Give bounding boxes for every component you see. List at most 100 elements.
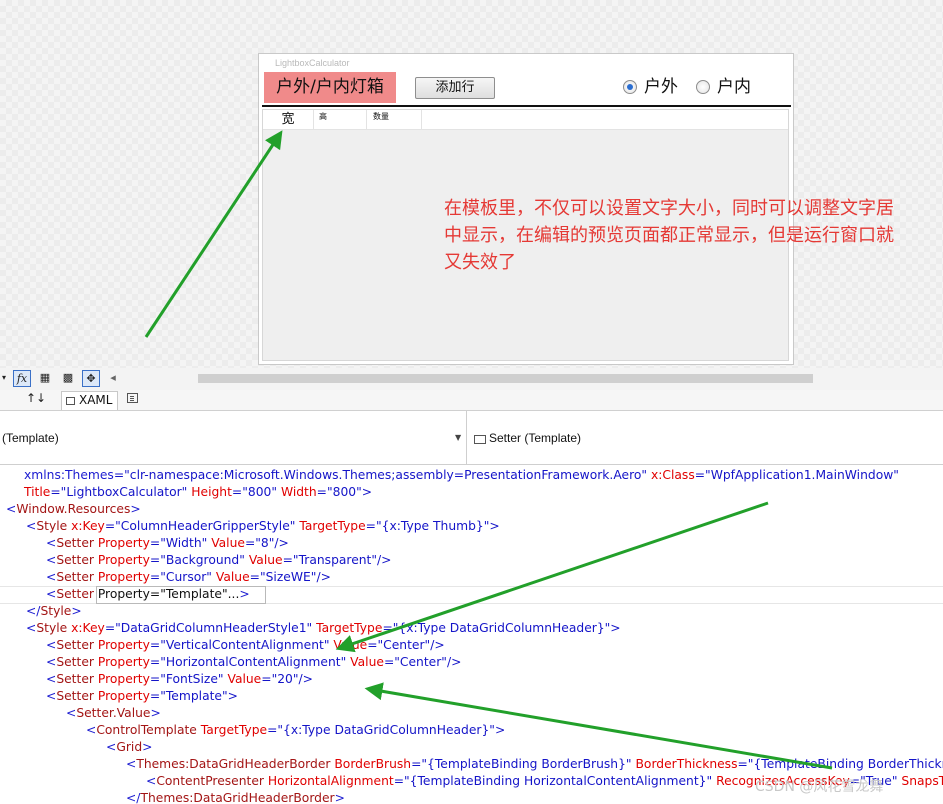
code-token: Value xyxy=(227,672,262,686)
swap-panes-icon[interactable]: ↑↓ xyxy=(26,391,46,405)
code-line[interactable]: <Setter Property="Template"...> xyxy=(46,586,250,603)
code-token: ="8"/> xyxy=(244,536,289,550)
code-token: Value xyxy=(350,655,384,669)
xaml-code-editor[interactable]: xmlns:Themes="clr-namespace:Microsoft.Wi… xyxy=(0,466,943,804)
type-selector[interactable]: (Template) ▼ xyxy=(0,411,467,464)
code-line[interactable]: <Themes:DataGridHeaderBorder BorderBrush… xyxy=(126,756,943,773)
xaml-file-icon xyxy=(66,397,75,405)
data-grid-header: 宽 高 数量 xyxy=(263,110,788,130)
app-title-banner: 户外/户内灯箱 xyxy=(264,72,396,103)
code-token: < xyxy=(46,672,57,686)
code-line[interactable]: <Style x:Key="ColumnHeaderGripperStyle" … xyxy=(26,518,500,535)
code-token: Value xyxy=(248,553,283,567)
add-row-button[interactable]: 添加行 xyxy=(415,77,495,99)
code-token: Property xyxy=(97,672,150,686)
code-token: Setter.Value xyxy=(76,706,151,720)
code-token: ="clr-namespace:Microsoft.Windows.Themes… xyxy=(113,468,648,482)
code-token: > xyxy=(71,604,82,618)
code-token: ="Center"/> xyxy=(367,638,445,652)
column-header-height[interactable]: 高 xyxy=(314,110,367,129)
snap-lines-icon[interactable]: ✥ xyxy=(82,370,100,387)
code-token: Grid xyxy=(116,740,143,754)
pane-toggle-icon[interactable] xyxy=(127,393,138,403)
code-line[interactable]: </Style> xyxy=(26,603,82,620)
code-token: < xyxy=(46,553,57,567)
member-selector-value: Setter (Template) xyxy=(489,431,582,445)
code-token: xmlns:Themes xyxy=(24,468,114,482)
code-token: BorderBrush xyxy=(334,757,412,771)
code-token: < xyxy=(26,621,37,635)
code-token: Height xyxy=(191,485,232,499)
code-line[interactable]: <Setter.Value> xyxy=(66,705,161,722)
code-line[interactable]: </Themes:DataGridHeaderBorder> xyxy=(126,790,345,804)
dropdown-arrow-icon[interactable]: ▾ xyxy=(0,370,8,387)
code-token: ="Background" xyxy=(149,553,245,567)
radio-outdoor-circle-icon[interactable] xyxy=(623,80,637,94)
code-token: Value xyxy=(215,570,250,584)
code-line[interactable]: <Setter Property="Width" Value="8"/> xyxy=(46,535,289,552)
view-tabs: ↑↓ XAML xyxy=(0,390,943,411)
code-token: ="FontSize" xyxy=(149,672,224,686)
code-token: Property xyxy=(97,553,150,567)
code-token: < xyxy=(46,570,57,584)
code-token: Property xyxy=(97,689,150,703)
code-token: ="20"/> xyxy=(261,672,313,686)
code-token: Setter xyxy=(56,587,94,601)
code-line[interactable]: <Setter Property="Template"> xyxy=(46,688,238,705)
radio-indoor-circle-icon[interactable] xyxy=(696,80,710,94)
code-token: ="HorizontalContentAlignment" xyxy=(149,655,347,669)
code-token: < xyxy=(126,757,137,771)
code-token: Value xyxy=(333,638,368,652)
code-token: ="Template"> xyxy=(149,689,238,703)
column-header-width[interactable]: 宽 xyxy=(263,110,314,129)
tab-xaml[interactable]: XAML xyxy=(61,391,118,410)
navigation-bar: (Template) ▼ Setter (Template) xyxy=(0,411,943,465)
triangle-left-icon[interactable]: ◂ xyxy=(104,370,122,387)
code-line[interactable]: <Window.Resources> xyxy=(6,501,141,518)
watermark: CSDN @风花雪龙舞 xyxy=(755,779,884,795)
code-token: Style xyxy=(36,621,68,635)
code-token: Themes:DataGridHeaderBorder xyxy=(140,791,335,804)
code-line[interactable]: <Style x:Key="DataGridColumnHeaderStyle1… xyxy=(26,620,621,637)
code-token: x:Class xyxy=(650,468,695,482)
code-line[interactable]: <Setter Property="Cursor" Value="SizeWE"… xyxy=(46,569,331,586)
code-line[interactable]: <ControlTemplate TargetType="{x:Type Dat… xyxy=(86,722,505,739)
code-line[interactable]: Title="LightboxCalculator" Height="800" … xyxy=(24,484,372,501)
code-token: ="Width" xyxy=(149,536,208,550)
code-line[interactable]: xmlns:Themes="clr-namespace:Microsoft.Wi… xyxy=(24,467,899,484)
code-token: </ xyxy=(126,791,141,804)
code-token: Width xyxy=(280,485,317,499)
radio-outdoor-label: 户外 xyxy=(644,77,678,97)
code-token: < xyxy=(6,502,17,516)
code-token: ControlTemplate xyxy=(96,723,197,737)
code-token: Value xyxy=(211,536,245,550)
code-token: TargetType xyxy=(299,519,366,533)
code-token: Property xyxy=(97,570,150,584)
code-token: ="{TemplateBinding BorderThickness}" xyxy=(737,757,943,771)
column-header-count[interactable]: 数量 xyxy=(367,110,422,129)
horizontal-scrollbar[interactable] xyxy=(198,374,813,383)
code-line[interactable]: <Setter Property="Background" Value="Tra… xyxy=(46,552,391,569)
code-token: Property xyxy=(97,638,150,652)
code-token: Style xyxy=(40,604,72,618)
code-line[interactable]: <Grid> xyxy=(106,739,152,756)
chevron-down-icon[interactable]: ▼ xyxy=(455,433,461,442)
code-token: Style xyxy=(36,519,68,533)
code-token: ="{x:Type DataGridColumnHeader}"> xyxy=(267,723,506,737)
tab-xaml-label: XAML xyxy=(79,393,113,407)
code-line[interactable]: <Setter Property="FontSize" Value="20"/> xyxy=(46,671,313,688)
code-token: Themes:DataGridHeaderBorder xyxy=(136,757,331,771)
grid-snap-icon[interactable]: ▦ xyxy=(36,370,54,387)
code-token: ="SizeWE"/> xyxy=(249,570,331,584)
member-selector[interactable]: Setter (Template) xyxy=(469,411,943,464)
element-icon xyxy=(474,435,486,444)
radio-indoor-label: 户内 xyxy=(717,77,751,97)
gridlines-icon[interactable]: ▩ xyxy=(59,370,77,387)
code-token: Setter xyxy=(56,689,94,703)
code-line[interactable]: <Setter Property="VerticalContentAlignme… xyxy=(46,637,445,654)
code-token: ="Center"/> xyxy=(383,655,462,669)
code-line[interactable]: <Setter Property="HorizontalContentAlign… xyxy=(46,654,461,671)
window-title: LightboxCalculator xyxy=(275,58,350,68)
formula-button[interactable]: fx xyxy=(13,370,31,387)
code-token: ContentPresenter xyxy=(156,774,264,788)
